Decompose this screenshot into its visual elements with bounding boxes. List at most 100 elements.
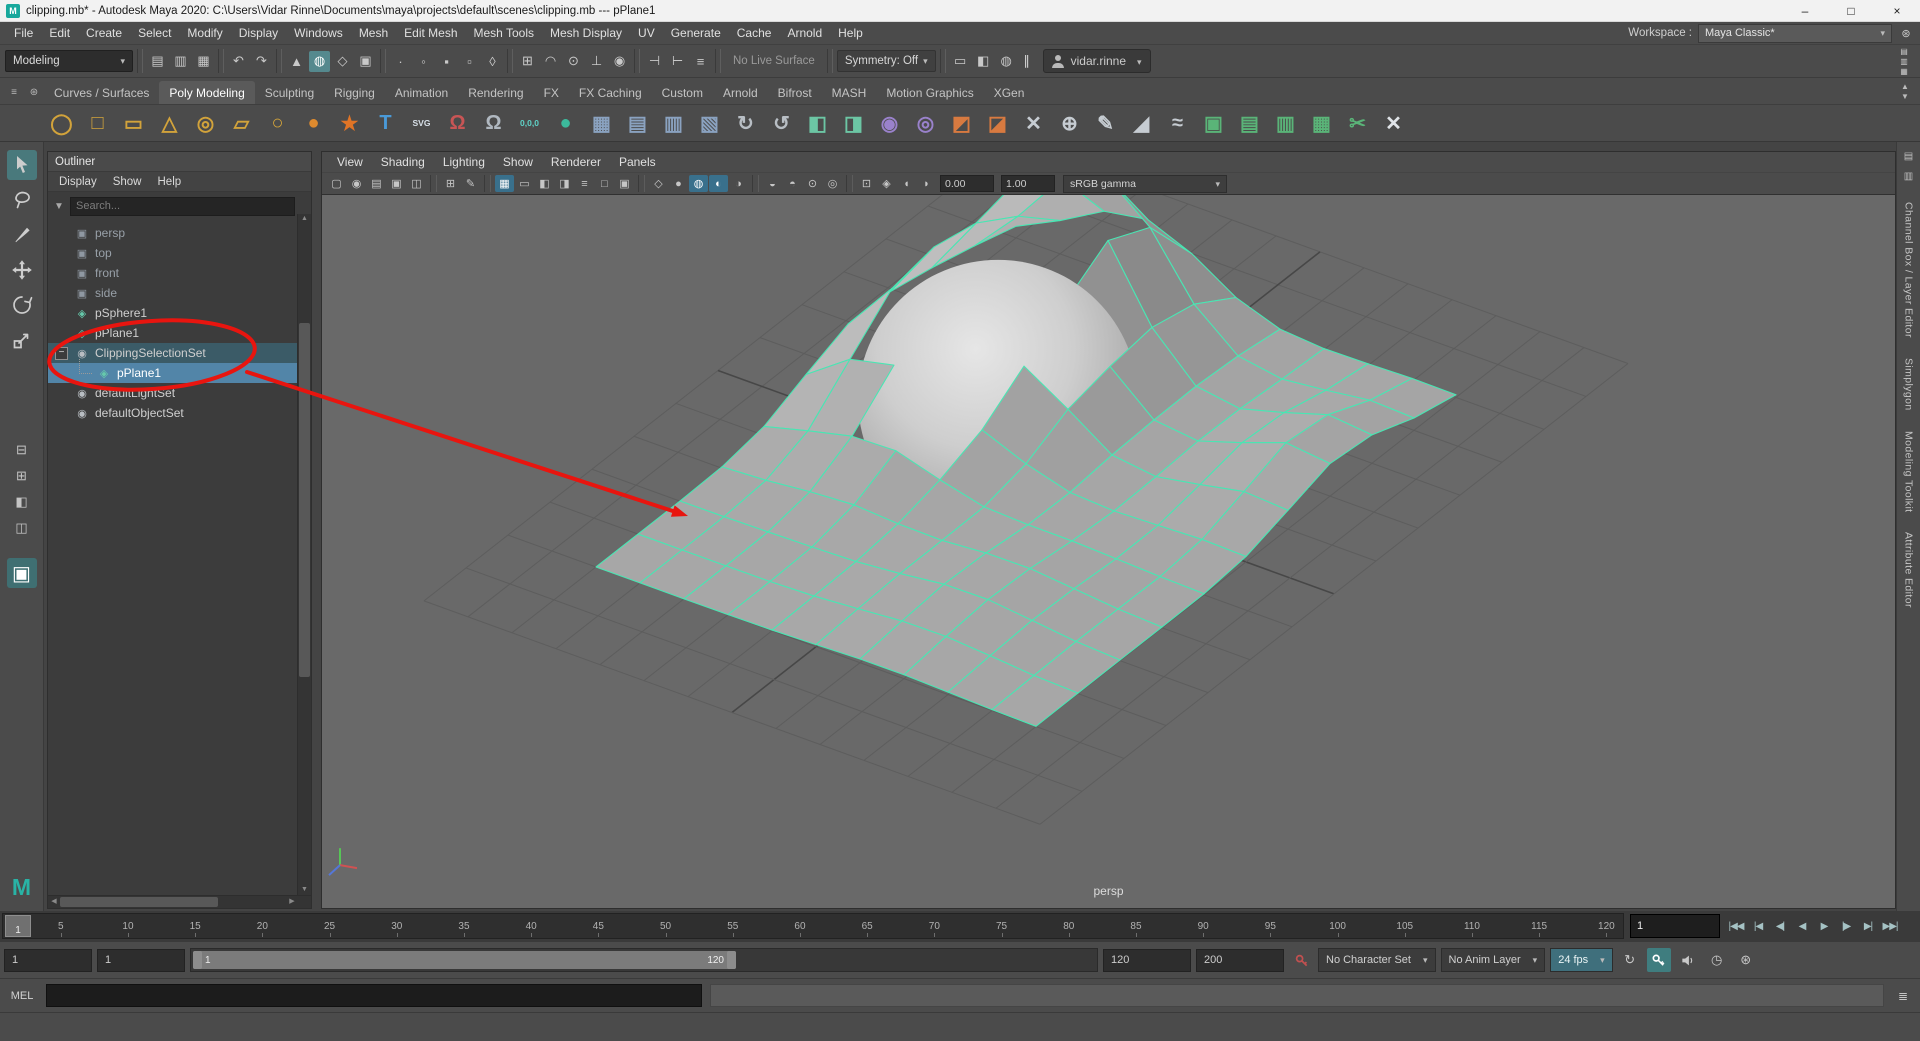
playback-end-field[interactable] <box>1103 949 1191 972</box>
timeline-tick[interactable]: 30 <box>384 914 410 938</box>
timeline-tick[interactable]: 10 <box>115 914 141 938</box>
vp-motion-blur-icon[interactable]: ◓ <box>783 175 802 192</box>
expand-toggle[interactable]: − <box>55 347 68 360</box>
toggle-tool-settings-icon[interactable]: ▦ <box>1895 67 1913 76</box>
current-frame-field[interactable] <box>1630 914 1720 938</box>
playback-start-field[interactable] <box>97 949 185 972</box>
shelf-edit-edge-flow-icon[interactable]: ≈ <box>1162 108 1193 139</box>
menu-item[interactable]: Mesh Tools <box>466 23 542 43</box>
fps-dropdown[interactable]: 24 fps <box>1550 948 1613 972</box>
viewport-toolbar-icon[interactable] <box>638 175 645 192</box>
rs-channel-box-icon[interactable]: ▤ <box>1901 148 1917 164</box>
shelf-uv-cylindrical-icon[interactable]: ▥ <box>1270 108 1301 139</box>
menu-item[interactable]: Help <box>830 23 871 43</box>
scrollbar-thumb[interactable] <box>299 323 310 677</box>
script-editor-icon[interactable]: ≣ <box>1892 985 1914 1007</box>
play-backwards-button[interactable]: ◀ <box>1792 915 1812 937</box>
filter-icon[interactable]: ▼ <box>52 199 66 213</box>
menu-item[interactable]: Edit <box>41 23 78 43</box>
shelf-tab[interactable]: Animation <box>385 81 458 104</box>
shelf-tab[interactable]: Rigging <box>324 81 385 104</box>
play-forwards-button[interactable]: ▶ <box>1814 915 1834 937</box>
scroll-up-icon[interactable]: ▲ <box>298 214 311 224</box>
shelf-poly-sphere-icon[interactable]: ● <box>298 108 329 139</box>
timeline-tick[interactable]: 75 <box>989 914 1015 938</box>
vp-safe-action-icon[interactable]: □ <box>595 175 614 192</box>
shelf-wrap-icon[interactable]: ▥ <box>658 108 689 139</box>
make-live-icon[interactable]: ◉ <box>609 51 630 72</box>
character-set-dropdown[interactable]: No Character Set <box>1318 948 1436 972</box>
timeline-tick[interactable]: 35 <box>451 914 477 938</box>
mute-audio-icon[interactable] <box>1676 948 1700 972</box>
redo-icon[interactable]: ↷ <box>251 51 272 72</box>
timeline-tick[interactable]: 5 <box>48 914 74 938</box>
outliner-panel-title[interactable]: Outliner <box>48 152 311 172</box>
command-input[interactable] <box>46 984 702 1007</box>
vp-bookmark-icon[interactable]: ▣ <box>387 175 406 192</box>
viewport-toolbar-icon[interactable] <box>846 175 853 192</box>
minimize-button[interactable]: – <box>1782 0 1828 21</box>
shelf-target-weld-icon[interactable]: ⊕ <box>1054 108 1085 139</box>
shelf-multi-cut-icon[interactable]: ✕ <box>1018 108 1049 139</box>
snap-to-plane-icon[interactable]: ⊥ <box>586 51 607 72</box>
vp-lock-camera-icon[interactable]: ◉ <box>347 175 366 192</box>
outliner-menu-item[interactable]: Show <box>105 174 150 190</box>
select-by-component-icon[interactable]: ◇ <box>332 51 353 72</box>
shelf-snap-origin-icon[interactable]: 0,0,0 <box>514 108 545 139</box>
shelf-menu-icon[interactable]: ≡ <box>6 84 22 100</box>
rs-attribute-editor-icon[interactable]: ▥ <box>1901 168 1917 184</box>
outliner-menu-item[interactable]: Help <box>150 174 190 190</box>
shelf-tab[interactable]: FX Caching <box>569 81 652 104</box>
shelf-extrude-icon[interactable]: ◩ <box>946 108 977 139</box>
timeline-tick[interactable]: 45 <box>585 914 611 938</box>
workspace-dropdown[interactable]: Maya Classic* <box>1698 24 1892 43</box>
no-live-surface-label[interactable]: No Live Surface <box>725 55 823 67</box>
pause-icon[interactable]: ∥ <box>1017 53 1037 69</box>
menu-item[interactable]: Modify <box>179 23 230 43</box>
vp-camera-attributes-icon[interactable]: ▤ <box>367 175 386 192</box>
scroll-right-icon[interactable]: ▶ <box>286 896 298 908</box>
gamma-field[interactable] <box>1001 175 1055 192</box>
shelf-uv-editor-icon[interactable]: ✕ <box>1378 108 1409 139</box>
menu-item[interactable]: Generate <box>663 23 729 43</box>
shelf-tab[interactable]: Curves / Surfaces <box>44 81 159 104</box>
vp-field-chart-icon[interactable]: ≡ <box>575 175 594 192</box>
shelf-cluster-icon[interactable]: ▧ <box>694 108 725 139</box>
range-slider-track[interactable]: 1 120 <box>190 948 1098 972</box>
vp-xray-icon[interactable]: ◈ <box>877 175 896 192</box>
toggle-attribute-editor-icon[interactable]: ▥ <box>1895 57 1913 66</box>
toggle-channel-box-icon[interactable]: ▤ <box>1895 47 1913 56</box>
scale-tool[interactable] <box>7 325 37 355</box>
menu-item[interactable]: Mesh <box>351 23 396 43</box>
shelf-scroll-up-icon[interactable]: ▲ <box>1898 82 1912 91</box>
step-back-key-button[interactable]: |◀ <box>1748 915 1768 937</box>
viewport-menu-item[interactable]: Lighting <box>434 153 494 171</box>
selection-mask-icon[interactable]: ▣ <box>355 51 376 72</box>
outliner-row[interactable]: pSphere1 <box>48 303 311 323</box>
timeline-tick[interactable]: 90 <box>1190 914 1216 938</box>
timeline-playhead[interactable]: 1 <box>5 915 31 937</box>
vp-shadows-icon[interactable]: ◑ <box>729 175 748 192</box>
shelf-tab[interactable]: XGen <box>984 81 1035 104</box>
shelf-tab[interactable]: Poly Modeling <box>159 81 254 104</box>
timeline-tick[interactable]: 120 <box>1593 914 1619 938</box>
shelf-uv-automatic-icon[interactable]: ▤ <box>1234 108 1265 139</box>
shelf-nurbs-plane-icon[interactable]: ▱ <box>226 108 257 139</box>
step-forward-key-button[interactable]: ▶| <box>1858 915 1878 937</box>
menu-item[interactable]: Windows <box>286 23 351 43</box>
outliner-row[interactable]: defaultObjectSet <box>48 403 311 423</box>
layout-single-pane-icon[interactable]: ⊟ <box>11 440 33 460</box>
vp-safe-title-icon[interactable]: ▣ <box>615 175 634 192</box>
user-account-dropdown[interactable]: vidar.rinne <box>1043 49 1151 73</box>
animation-preferences-icon[interactable]: ⊛ <box>1734 948 1758 972</box>
menu-item[interactable]: Arnold <box>779 23 830 43</box>
save-scene-icon[interactable]: ▦ <box>193 51 214 72</box>
shelf-uv-planar-icon[interactable]: ▣ <box>1198 108 1229 139</box>
shelf-quad-draw-icon[interactable]: ✎ <box>1090 108 1121 139</box>
menu-item[interactable]: Mesh Display <box>542 23 630 43</box>
menu-item[interactable]: Display <box>231 23 286 43</box>
shelf-gear-icon[interactable]: ⊛ <box>26 84 42 100</box>
vp-ao-icon[interactable]: ◒ <box>763 175 782 192</box>
select-by-object-icon[interactable]: ◍ <box>309 51 330 72</box>
shelf-nurbs-cube-icon[interactable]: □ <box>82 108 113 139</box>
